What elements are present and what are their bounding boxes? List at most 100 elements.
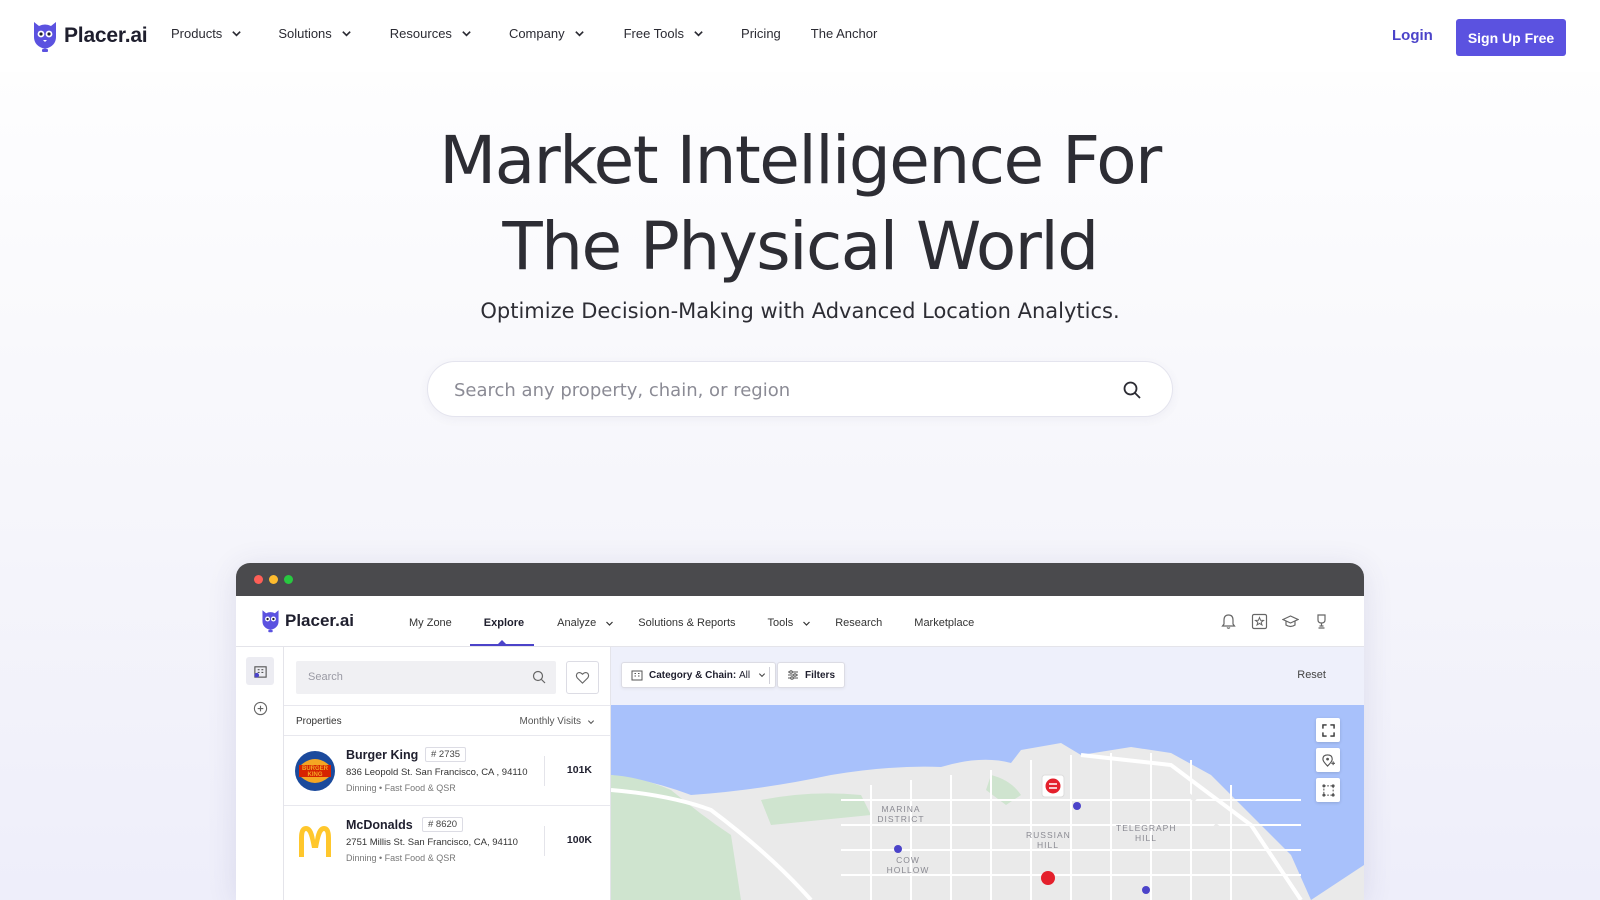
- panel-search-field[interactable]: Search: [296, 661, 556, 694]
- app-menu-research[interactable]: Research: [835, 617, 882, 629]
- top-navigation: Placer.ai Products Solutions Resources C…: [0, 0, 1600, 72]
- main-menu: Products Solutions Resources Company Fre…: [171, 26, 877, 41]
- property-number-badge: # 2735: [425, 747, 467, 762]
- property-row[interactable]: BURGER KING Burger King # 2735 836 Leopo…: [284, 735, 610, 805]
- active-tab-caret: [498, 640, 506, 644]
- nav-solutions[interactable]: Solutions: [278, 26, 351, 41]
- active-tab-indicator: [470, 644, 534, 646]
- nav-pricing-label: Pricing: [741, 26, 781, 41]
- nav-free-tools[interactable]: Free Tools: [624, 26, 704, 41]
- logo-text: Placer.ai: [64, 24, 148, 47]
- add-rail-button[interactable]: [246, 694, 274, 722]
- app-menu-marketplace[interactable]: Marketplace: [914, 617, 974, 629]
- mcdonalds-logo: [295, 821, 335, 861]
- nav-resources[interactable]: Resources: [390, 26, 472, 41]
- property-category: Dinning • Fast Food & QSR: [346, 853, 456, 863]
- login-link[interactable]: Login: [1392, 27, 1433, 44]
- chevron-down-icon: [232, 31, 242, 37]
- app-menu-marketplace-label: Marketplace: [914, 617, 975, 629]
- left-rail: [236, 647, 284, 900]
- heart-icon: [575, 671, 590, 684]
- owl-logo-icon: [262, 610, 279, 633]
- app-menu-research-label: Research: [835, 617, 883, 629]
- app-menu-tools-label: Tools: [767, 617, 794, 629]
- property-visits: 101K: [566, 764, 592, 776]
- properties-rail-button[interactable]: [246, 657, 274, 685]
- hero-title-line-1: Market Intelligence For: [439, 122, 1162, 199]
- filters-button[interactable]: Filters: [777, 662, 846, 688]
- nav-solutions-label: Solutions: [278, 26, 332, 41]
- app-toolbar-icons: [1206, 613, 1330, 630]
- add-location-button[interactable]: [1316, 748, 1340, 772]
- buildings-icon: [631, 670, 643, 681]
- star-box-icon[interactable]: [1251, 613, 1268, 630]
- map-label-cow-hollow: COW HOLLOW: [886, 855, 930, 875]
- chevron-down-icon: [587, 719, 595, 724]
- draw-area-button[interactable]: [1316, 778, 1340, 802]
- svg-text:KING: KING: [308, 772, 323, 778]
- search-icon[interactable]: [1122, 380, 1142, 400]
- app-menu-analyze[interactable]: Analyze: [557, 617, 614, 629]
- panel-search-placeholder: Search: [308, 671, 343, 683]
- category-filter-value: All: [739, 669, 751, 681]
- hero-search-input[interactable]: [454, 376, 1074, 404]
- nav-the-anchor-label: The Anchor: [810, 26, 878, 41]
- sign-up-button[interactable]: Sign Up Free: [1456, 19, 1566, 56]
- app-menu-explore[interactable]: Explore: [484, 617, 524, 629]
- property-name: Burger King: [346, 748, 419, 762]
- nav-resources-label: Resources: [389, 26, 452, 41]
- property-name: McDonalds: [346, 818, 413, 832]
- chevron-down-icon: [606, 621, 614, 626]
- bell-icon[interactable]: [1220, 613, 1237, 630]
- polygon-draw-icon: [1321, 783, 1335, 797]
- app-menu-explore-label: Explore: [483, 617, 525, 629]
- row-divider: [544, 756, 545, 786]
- map-area: Category & Chain: All Filters Reset MARI…: [611, 647, 1364, 900]
- property-row[interactable]: McDonalds # 8620 2751 Millis St. San Fra…: [284, 805, 610, 875]
- nav-company-label: Company: [508, 26, 565, 41]
- app-menu-tools[interactable]: Tools: [768, 617, 812, 629]
- hero-subtitle: Optimize Decision-Making with Advanced L…: [480, 299, 1120, 323]
- category-chain-filter[interactable]: Category & Chain: All: [621, 662, 777, 688]
- nav-products-label: Products: [171, 26, 223, 41]
- properties-list-header: Properties Monthly Visits: [284, 705, 610, 735]
- hero-search-bar: [427, 361, 1173, 417]
- chevron-down-icon: [574, 31, 584, 37]
- app-logo-text: Placer.ai: [285, 610, 355, 630]
- placer-logo[interactable]: Placer.ai: [32, 18, 148, 54]
- sort-dropdown[interactable]: Monthly Visits: [519, 716, 595, 727]
- fullscreen-button[interactable]: [1316, 718, 1340, 742]
- graduation-cap-icon[interactable]: [1281, 613, 1300, 630]
- hero-title: Market Intelligence For The Physical Wor…: [0, 118, 1600, 290]
- app-preview-window: Placer.ai My Zone Explore Analyze Soluti…: [236, 563, 1364, 900]
- property-address: 836 Leopold St. San Francisco, CA , 9411…: [346, 767, 528, 778]
- property-number-badge: # 8620: [422, 817, 464, 832]
- app-menu-my-zone-label: My Zone: [409, 617, 452, 629]
- nav-the-anchor[interactable]: The Anchor: [811, 26, 878, 41]
- app-menu-solutions-reports[interactable]: Solutions & Reports: [638, 617, 735, 629]
- filter-separator: [769, 667, 770, 684]
- plus-circle-icon: [253, 701, 267, 715]
- favorites-button[interactable]: [566, 661, 599, 694]
- minimize-window-dot: [269, 575, 278, 584]
- nav-pricing[interactable]: Pricing: [741, 26, 781, 41]
- reset-link[interactable]: Reset: [1297, 669, 1326, 681]
- map-background: [611, 705, 1364, 900]
- sort-dropdown-label: Monthly Visits: [519, 716, 581, 727]
- app-logo[interactable]: Placer.ai: [261, 607, 354, 634]
- hero-title-line-2: The Physical World: [502, 208, 1099, 285]
- nav-products[interactable]: Products: [171, 26, 242, 41]
- sliders-icon: [788, 670, 798, 680]
- maximize-window-dot: [284, 575, 293, 584]
- map-canvas[interactable]: MARINA DISTRICT RUSSIAN HILL COW HOLLOW …: [611, 705, 1364, 900]
- filters-label: Filters: [805, 669, 836, 681]
- map-label-russian-hill: RUSSIAN HILL: [1026, 830, 1071, 850]
- nav-company[interactable]: Company: [509, 26, 585, 41]
- buildings-icon: [253, 665, 267, 678]
- app-menu-analyze-label: Analyze: [557, 617, 597, 629]
- trophy-icon[interactable]: [1313, 613, 1330, 630]
- chevron-down-icon: [759, 673, 766, 678]
- properties-panel: Search Properties Monthly Visits BURGER …: [284, 647, 611, 900]
- app-menu-my-zone[interactable]: My Zone: [409, 617, 452, 629]
- properties-label: Properties: [296, 716, 342, 727]
